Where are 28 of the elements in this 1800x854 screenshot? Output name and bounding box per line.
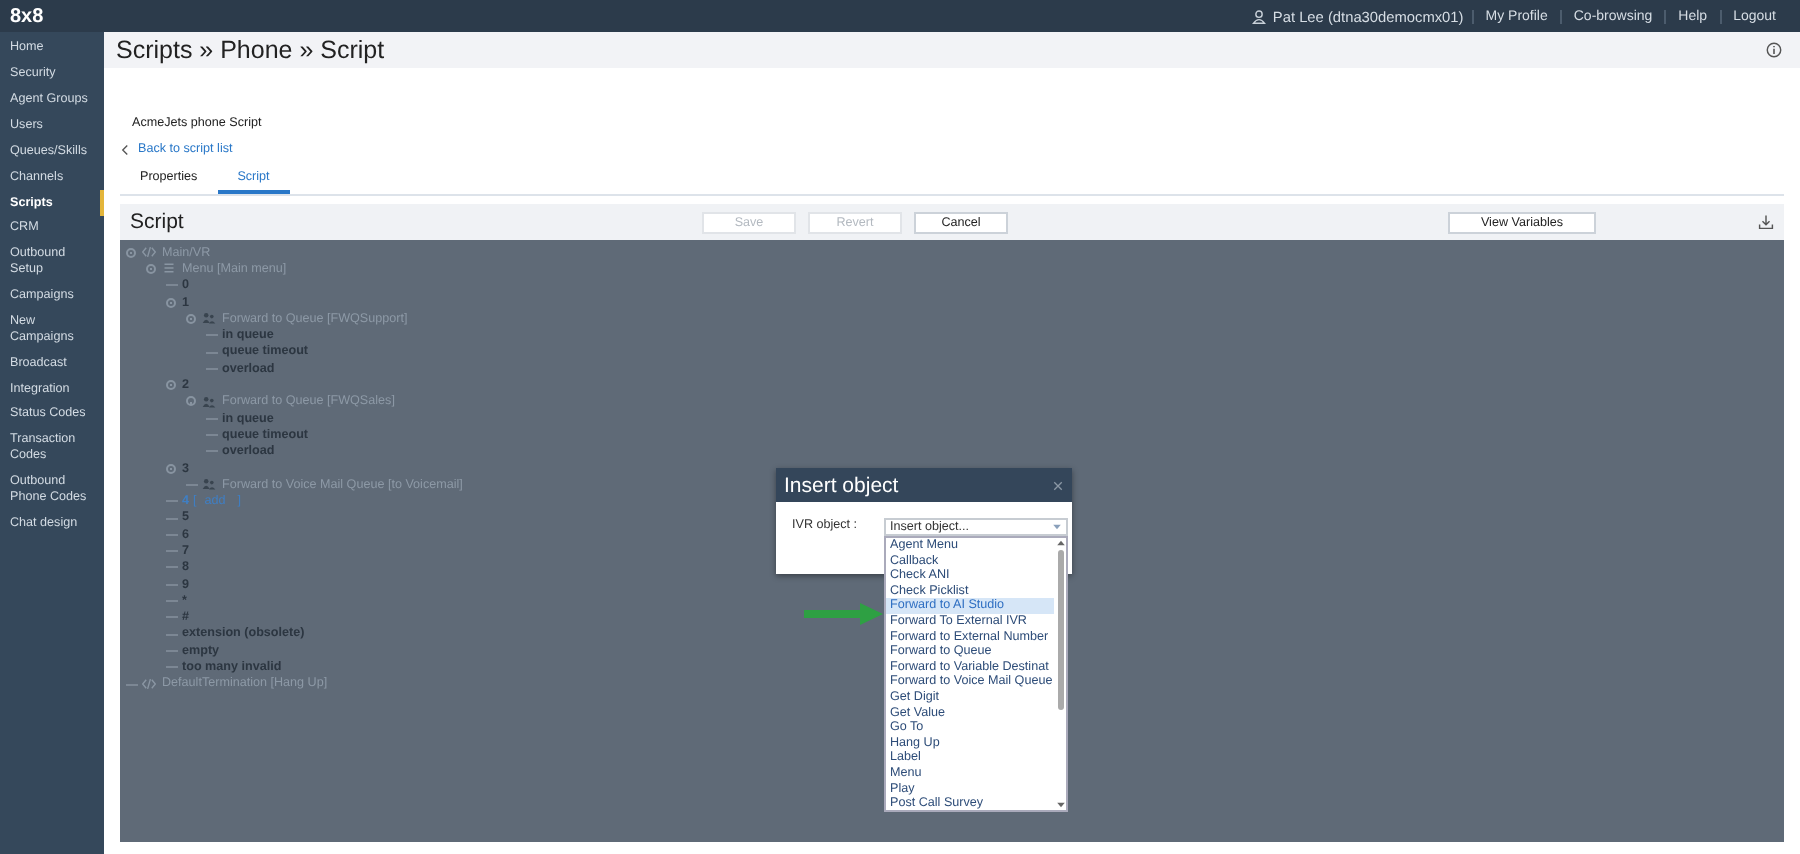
collapse-icon[interactable] [126,247,136,258]
list-icon [162,262,176,275]
arrow-icon [804,602,884,626]
panel-title: Script [130,210,186,234]
scrollbar[interactable] [1054,538,1066,810]
info-icon[interactable] [1766,42,1782,58]
code-icon [142,246,156,259]
collapse-icon[interactable] [186,396,196,407]
scroll-up-icon[interactable] [1055,540,1065,546]
people-icon [202,312,216,325]
user-icon [1252,9,1267,23]
scroll-down-icon[interactable] [1055,802,1065,808]
caret-icon [1052,524,1062,530]
dialog-title: Insert object [784,473,899,497]
collapse-icon[interactable] [186,313,196,324]
close-icon[interactable] [1052,479,1064,491]
page-title: Scripts » Phone » Script [116,36,385,64]
collapse-icon[interactable] [166,297,176,308]
download-icon[interactable] [1758,214,1774,230]
back-chevron-icon [120,143,130,155]
people-icon [202,478,216,491]
brand-logo[interactable]: 8x8 [10,5,44,27]
scrollbar-thumb[interactable] [1057,550,1063,710]
collapse-icon[interactable] [166,463,176,473]
people-icon [202,395,216,408]
collapse-icon[interactable] [166,380,176,391]
collapse-icon[interactable] [146,263,156,274]
code-icon [142,677,156,690]
